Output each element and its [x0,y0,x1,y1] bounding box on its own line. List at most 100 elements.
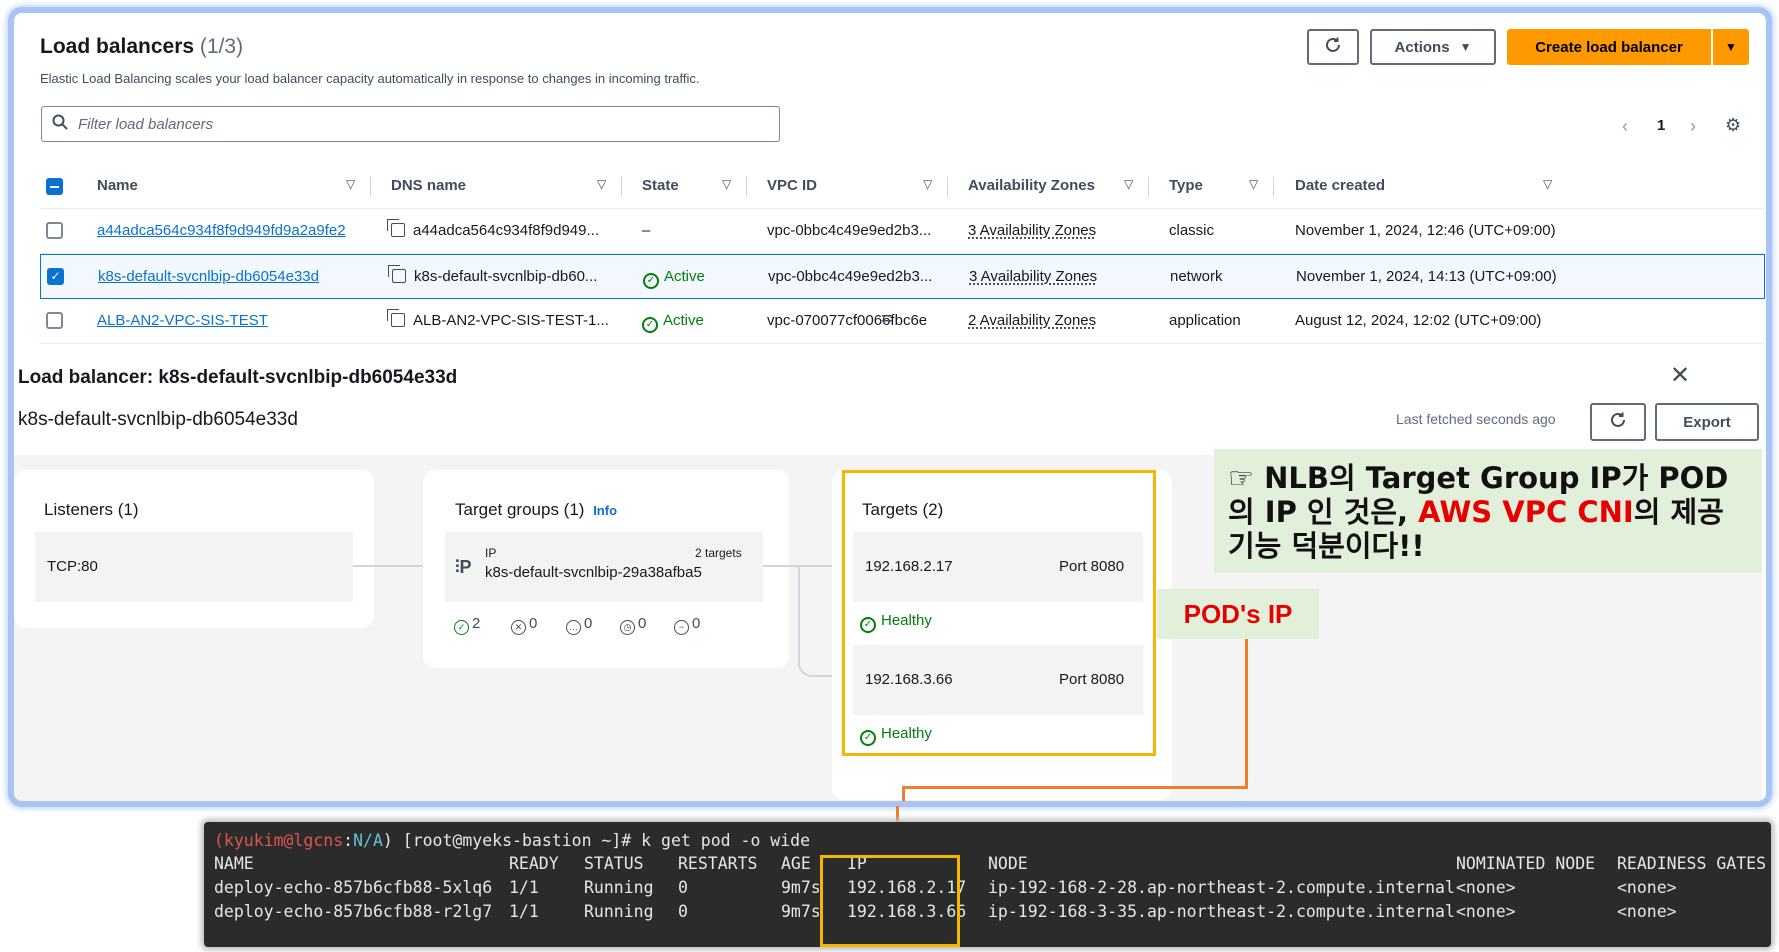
target-group-item[interactable]: ⫶P IP 2 targets k8s-default-svcnlbip-29a… [445,532,763,602]
export-button[interactable]: Export [1655,403,1759,441]
availability-zones-link[interactable]: 3 Availability Zones [968,222,1096,239]
column-dns-name[interactable]: DNS name [391,177,466,194]
last-fetched-text: Last fetched seconds ago [1396,411,1556,427]
create-options-dropdown[interactable]: ▼ [1713,29,1749,65]
annotation-callout: ☞ NLB의 Target Group IP가 POD 의 IP 인 것은, A… [1214,449,1762,573]
refresh-icon [1609,411,1627,433]
previous-page-icon[interactable]: ‹ [1622,116,1628,137]
next-page-icon[interactable]: › [1690,116,1696,137]
unhealthy-count: ✕ 0 [511,615,537,635]
pod-age: 9m7s [781,878,821,897]
column-availability-zones[interactable]: Availability Zones [968,177,1095,194]
column-divider [370,177,371,197]
page-title: Load balancers (1/3) [40,35,243,59]
sort-state-icon[interactable]: ▽ [722,177,731,191]
actions-label: Actions [1394,38,1450,56]
vpc-id-cell: vpc-0bbc4c49e9ed2b3... [767,222,932,239]
pod-status: Running [584,902,654,921]
pod-readiness-gates: <none> [1617,902,1677,921]
pod-age: 9m7s [781,902,821,921]
current-page[interactable]: 1 [1657,117,1665,134]
column-name[interactable]: Name [97,177,138,194]
pod-ready: 1/1 [509,902,539,921]
aws-console-window: Load balancers (1/3) Elastic Load Balanc… [8,7,1772,807]
ip-target-type-icon: ⫶P [455,557,472,577]
healthy-count: ✓ 2 [454,615,480,635]
target-groups-title-text: Target groups (1) [455,500,585,519]
dns-name-text: k8s-default-svcnlbip-db60... [414,268,598,285]
callout-highlight: AWS VPC CNI [1418,495,1634,529]
prompt-command: ) [root@myeks-bastion ~]# k get pod -o w… [382,831,811,850]
pod-readiness-gates: <none> [1617,878,1677,897]
draining-count-value: 0 [692,615,701,632]
pod-node: ip-192-168-3-35.ap-northeast-2.compute.i… [988,902,1455,921]
terminal-header: READY [509,854,559,873]
ellipsis-circle-icon: … [566,620,581,635]
availability-zones-link[interactable]: 3 Availability Zones [969,268,1097,285]
info-link[interactable]: Info [593,503,617,518]
row-checkbox[interactable] [46,222,63,239]
dns-name-cell: ALB-AN2-VPC-SIS-TEST-1... [387,309,609,329]
refresh-icon [1324,36,1342,58]
pod-restarts: 0 [678,902,688,921]
terminal-window[interactable]: (kyukim@lgcns:N/A) [root@myeks-bastion ~… [204,822,1771,947]
create-load-balancer-button[interactable]: Create load balancer [1507,29,1711,65]
column-vpc-id[interactable]: VPC ID [767,177,817,194]
table-row[interactable]: a44adca564c934f8f9d949fd9a2a9fe2 a44adca… [40,209,1765,254]
sort-az-icon[interactable]: ▽ [1124,177,1133,191]
detail-refresh-button[interactable] [1590,403,1646,441]
row-checkbox-checked[interactable]: ✓ [47,268,64,285]
create-label: Create load balancer [1535,38,1683,56]
table-row-selected[interactable]: ✓ k8s-default-svcnlbip-db6054e33d k8s-de… [40,254,1765,299]
draining-count: −0 [674,615,700,635]
row-checkbox[interactable] [46,312,63,329]
sort-dns-icon[interactable]: ▽ [597,177,606,191]
unused-count-value: 0 [584,615,593,632]
initial-count: ◷ 0 [620,615,646,635]
type-cell: network [1170,268,1223,285]
sort-vpc-icon[interactable]: ▽ [923,177,932,191]
column-state[interactable]: State [642,177,679,194]
search-input[interactable] [78,115,718,133]
load-balancer-name-link[interactable]: k8s-default-svcnlbip-db6054e33d [98,268,319,285]
sort-date-icon[interactable]: ▽ [1543,177,1552,191]
targets-highlight-box [842,470,1156,756]
target-type-label: IP [485,546,497,560]
terminal-prompt: (kyukim@lgcns:N/A) [root@myeks-bastion ~… [214,831,810,851]
availability-zones-link[interactable]: 2 Availability Zones [968,312,1096,329]
unused-count: … 0 [566,615,592,635]
dns-name-text: ALB-AN2-VPC-SIS-TEST-1... [413,312,609,329]
sort-type-icon[interactable]: ▽ [1249,177,1258,191]
table-row[interactable]: ALB-AN2-VPC-SIS-TEST ALB-AN2-VPC-SIS-TES… [40,299,1765,344]
select-all-checkbox[interactable] [46,178,63,195]
state-cell: ✓ Active [642,312,704,333]
prompt-context: N/A [353,831,383,850]
copy-icon[interactable] [387,309,405,327]
load-balancer-name-link[interactable]: ALB-AN2-VPC-SIS-TEST [97,312,268,329]
prompt-user: (kyukim@lgcns [214,831,344,850]
sort-name-icon[interactable]: ▽ [346,177,355,191]
load-balancer-name-link[interactable]: a44adca564c934f8f9d949fd9a2a9fe2 [97,222,346,239]
pod-nominated-node: <none> [1456,902,1516,921]
vpc-id-cell: vpc-070077cf0066fbc6e [767,312,928,329]
prompt-separator: : [343,831,354,850]
pod-name: deploy-echo-857b6cfb88-r2lg7 [214,902,493,921]
terminal-header: RESTARTS [678,854,758,873]
settings-gear-icon[interactable]: ⚙ [1725,115,1741,136]
page-title-text: Load balancers [40,35,195,58]
refresh-button[interactable] [1307,29,1359,65]
copy-icon[interactable] [387,219,405,237]
unhealthy-count-value: 0 [529,615,538,632]
split-panel-drag-handle[interactable]: = [881,308,893,331]
copy-icon[interactable] [388,265,406,283]
close-icon[interactable]: ✕ [1670,361,1690,390]
check-circle-icon: ✓ [454,620,469,635]
column-date-created[interactable]: Date created [1295,177,1385,194]
dns-name-text: a44adca564c934f8f9d949... [413,222,599,239]
actions-button[interactable]: Actions ▼ [1370,29,1496,65]
column-divider [746,177,747,197]
column-divider [621,177,622,197]
listener-item[interactable]: TCP:80 [35,532,353,602]
column-type[interactable]: Type [1169,177,1203,194]
type-cell: application [1169,312,1241,329]
